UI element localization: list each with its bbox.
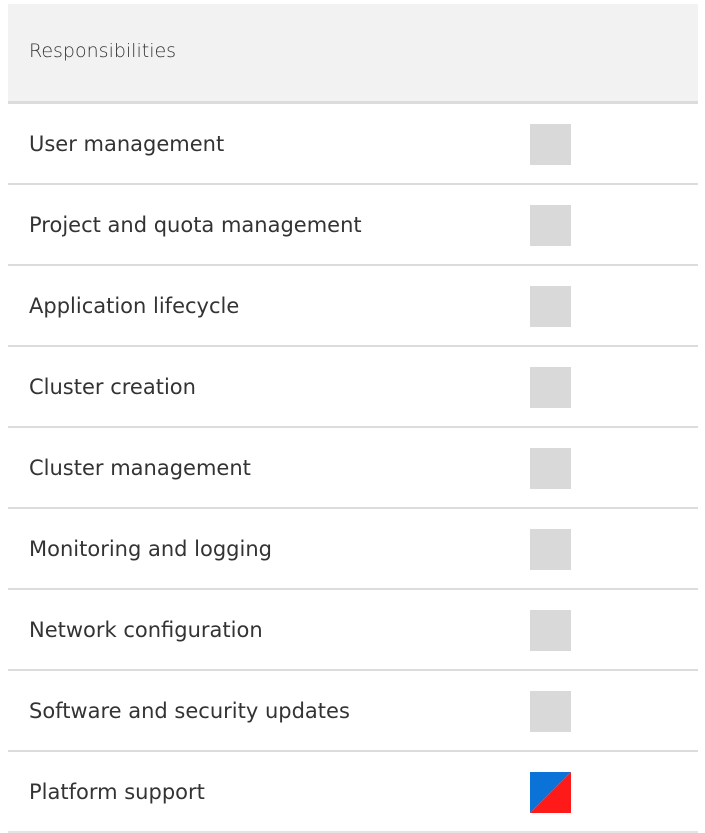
responsibility-indicator [530,448,571,489]
row-label: User management [29,131,225,156]
responsibility-indicator [530,691,571,732]
table-row-user-management: User management [8,104,698,185]
table-row-platform-support: Platform support [8,752,698,833]
row-label: Monitoring and logging [29,536,272,561]
responsibility-indicator [530,124,571,165]
responsibility-indicator [530,529,571,570]
row-label: Cluster management [29,455,251,480]
responsibility-indicator [530,205,571,246]
row-label: Software and security updates [29,698,350,723]
row-label: Project and quota management [29,212,362,237]
split-square-icon [530,772,571,813]
row-label: Application lifecycle [29,293,240,318]
header-responsibilities: Responsibilities [29,39,177,62]
responsibility-indicator [530,610,571,651]
table-header: Responsibilities [8,4,698,104]
row-label: Cluster creation [29,374,196,399]
table-row-network-configuration: Network configuration [8,590,698,671]
table-row-application-lifecycle: Application lifecycle [8,266,698,347]
row-label: Platform support [29,779,205,804]
responsibility-indicator [530,367,571,408]
table-row-software-security-updates: Software and security updates [8,671,698,752]
table-row-cluster-management: Cluster management [8,428,698,509]
row-label: Network configuration [29,617,263,642]
table-row-cluster-creation: Cluster creation [8,347,698,428]
shared-responsibility-icon [530,772,571,813]
responsibilities-table: Responsibilities User management Project… [8,4,698,833]
table-row-monitoring-logging: Monitoring and logging [8,509,698,590]
table-row-project-quota-management: Project and quota management [8,185,698,266]
responsibility-indicator [530,286,571,327]
